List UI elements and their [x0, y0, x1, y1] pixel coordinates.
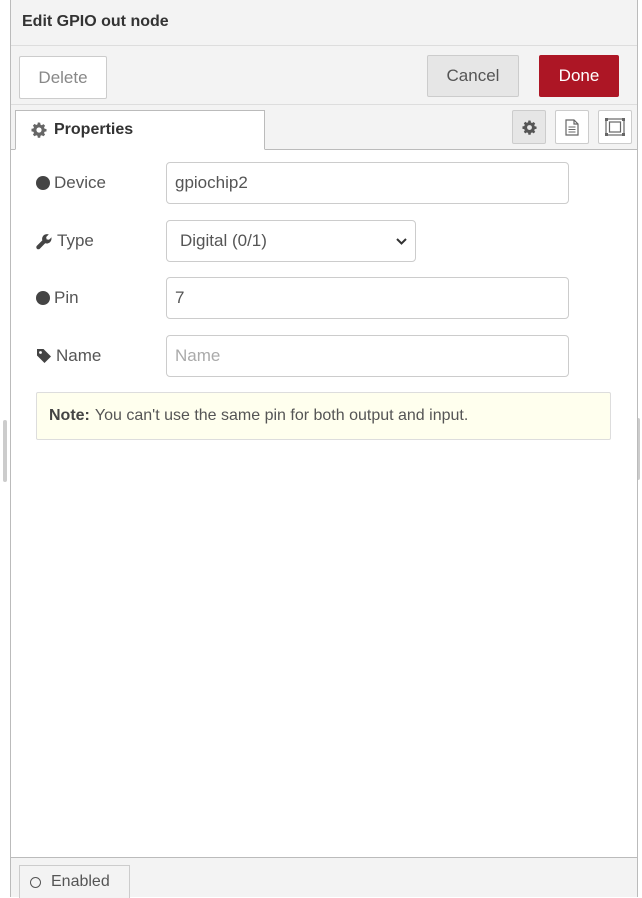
pin-label-text: Pin: [54, 288, 79, 307]
type-row: Type Digital (0/1): [11, 220, 637, 262]
edit-tray: Edit GPIO out node Delete Cancel Done Pr…: [10, 0, 638, 898]
enabled-toggle-button[interactable]: Enabled: [19, 865, 130, 898]
circle-icon: [36, 291, 50, 305]
delete-button[interactable]: Delete: [19, 56, 107, 99]
appearance-icon: [605, 118, 625, 136]
tab-properties[interactable]: Properties: [15, 110, 265, 150]
device-row: Device: [11, 162, 637, 204]
tab-bar: Properties: [11, 105, 637, 150]
wrench-icon: [36, 233, 52, 249]
name-label: Name: [36, 335, 101, 377]
note-box: Note: You can't use the same pin for bot…: [36, 392, 611, 440]
circle-icon: [36, 176, 50, 190]
pin-input[interactable]: [166, 277, 569, 319]
device-label: Device: [36, 162, 106, 204]
type-select-value: Digital (0/1): [180, 231, 267, 250]
resize-handle-left[interactable]: [3, 420, 7, 482]
note-prefix: Note:: [49, 407, 90, 424]
description-tab-button[interactable]: [555, 110, 589, 144]
appearance-tab-button[interactable]: [598, 110, 632, 144]
name-label-text: Name: [56, 346, 102, 365]
enabled-label: Enabled: [51, 873, 110, 890]
type-select[interactable]: Digital (0/1): [166, 220, 416, 262]
type-label: Type: [36, 220, 94, 262]
description-icon: [565, 118, 579, 136]
name-row: Name: [11, 335, 637, 377]
settings-tab-button[interactable]: [512, 110, 546, 144]
tray-footer: Enabled: [11, 857, 637, 898]
type-label-text: Type: [57, 231, 94, 250]
pin-label: Pin: [36, 277, 79, 319]
device-input[interactable]: [166, 162, 569, 204]
gear-icon: [521, 119, 537, 135]
cancel-button[interactable]: Cancel: [427, 55, 519, 97]
tray-header: Edit GPIO out node: [11, 0, 637, 46]
tab-properties-label: Properties: [54, 121, 134, 138]
done-button[interactable]: Done: [539, 55, 619, 97]
circle-icon: [30, 876, 41, 888]
tray-title: Edit GPIO out node: [22, 13, 169, 30]
chevron-down-icon: [396, 238, 407, 245]
name-input[interactable]: [166, 335, 569, 377]
tag-icon: [37, 349, 51, 363]
note-text: You can't use the same pin for both outp…: [94, 407, 469, 424]
gear-icon: [31, 122, 47, 138]
device-label-text: Device: [54, 173, 106, 192]
tray-toolbar: Delete Cancel Done: [11, 46, 637, 105]
pin-row: Pin: [11, 277, 637, 319]
